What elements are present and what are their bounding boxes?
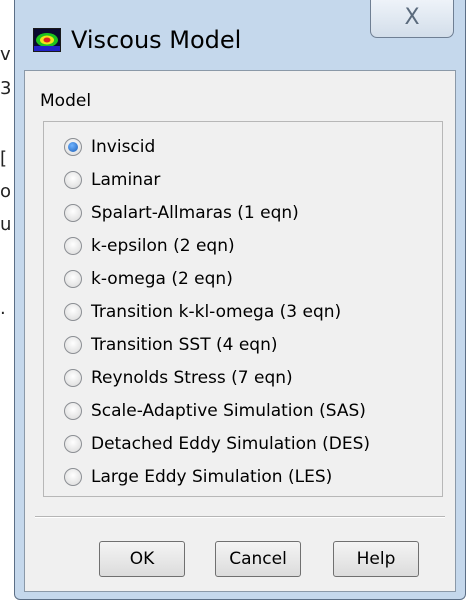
radio-option-inviscid[interactable]: Inviscid [64,132,155,162]
help-button[interactable]: Help [333,541,419,577]
viscous-model-dialog: Viscous Model X Model Inviscid Laminar S… [14,0,466,600]
radio-button[interactable] [64,270,82,288]
background-text: [ [0,148,8,169]
radio-label: Transition k-kl-omega (3 eqn) [91,302,342,322]
radio-button[interactable] [64,237,82,255]
radio-label: k-omega (2 eqn) [91,269,233,289]
close-icon: X [404,5,420,30]
radio-button[interactable] [64,402,82,420]
model-group-label: Model [40,91,92,111]
radio-button[interactable] [64,336,82,354]
background-text: 3 [0,78,12,99]
radio-button[interactable] [64,369,82,387]
radio-label: Laminar [91,170,161,190]
radio-button[interactable] [64,138,82,156]
title-bar[interactable]: Viscous Model X [15,0,465,70]
radio-option-transition-k-kl-omega[interactable]: Transition k-kl-omega (3 eqn) [64,297,341,327]
background-text: · [0,303,6,324]
radio-label: Detached Eddy Simulation (DES) [91,434,371,454]
radio-option-transition-sst[interactable]: Transition SST (4 eqn) [64,330,278,360]
radio-option-spalart-allmaras[interactable]: Spalart-Allmaras (1 eqn) [64,198,299,228]
radio-label: k-epsilon (2 eqn) [91,236,235,256]
model-group-box: Inviscid Laminar Spalart-Allmaras (1 eqn… [43,121,443,497]
background-text: v [0,44,11,65]
radio-option-k-epsilon[interactable]: k-epsilon (2 eqn) [64,231,235,261]
button-separator [35,516,445,518]
radio-option-des[interactable]: Detached Eddy Simulation (DES) [64,429,370,459]
fluent-app-icon [33,28,61,52]
window-title: Viscous Model [71,26,242,54]
radio-option-sas[interactable]: Scale-Adaptive Simulation (SAS) [64,396,366,426]
radio-label: Spalart-Allmaras (1 eqn) [91,203,299,223]
dialog-client-area: Model Inviscid Laminar Spalart-Allmaras … [24,70,456,592]
radio-option-les[interactable]: Large Eddy Simulation (LES) [64,462,332,492]
radio-button[interactable] [64,435,82,453]
radio-label: Large Eddy Simulation (LES) [91,467,333,487]
radio-button[interactable] [64,468,82,486]
radio-button[interactable] [64,303,82,321]
close-button[interactable]: X [370,0,454,38]
radio-option-reynolds-stress[interactable]: Reynolds Stress (7 eqn) [64,363,293,393]
radio-button[interactable] [64,204,82,222]
background-text: o [0,181,12,202]
radio-label: Transition SST (4 eqn) [91,335,278,355]
radio-option-k-omega[interactable]: k-omega (2 eqn) [64,264,233,294]
radio-label: Scale-Adaptive Simulation (SAS) [91,401,366,421]
cancel-button[interactable]: Cancel [215,541,301,577]
radio-button[interactable] [64,171,82,189]
background-text: u [0,214,12,235]
radio-label: Inviscid [91,137,156,157]
ok-button[interactable]: OK [99,541,185,577]
radio-label: Reynolds Stress (7 eqn) [91,368,293,388]
radio-option-laminar[interactable]: Laminar [64,165,160,195]
